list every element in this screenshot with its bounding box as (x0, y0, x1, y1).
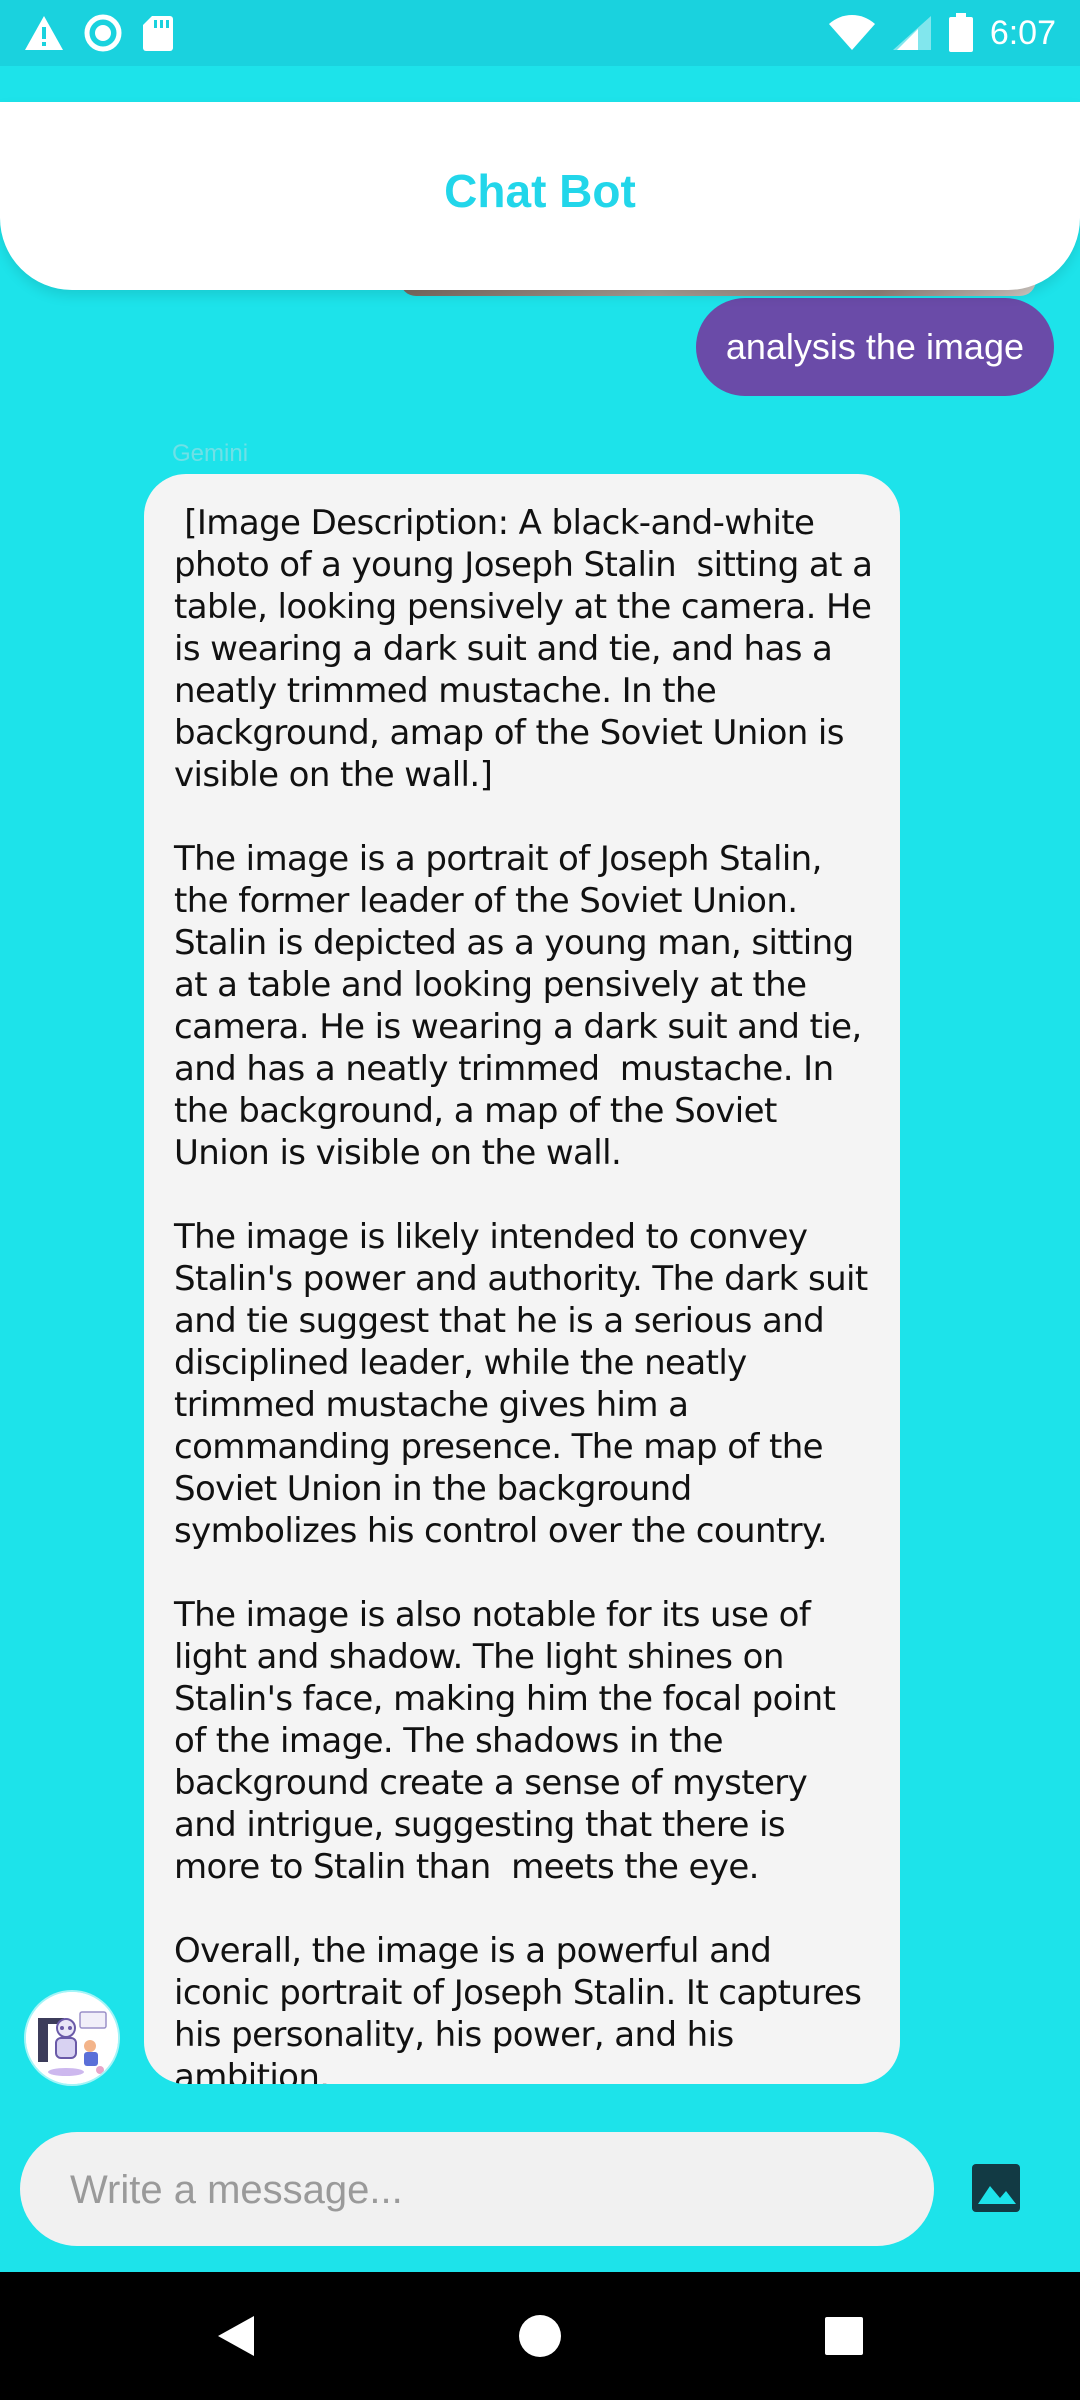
image-icon (972, 2164, 1020, 2212)
status-right-icons: 6:07 (828, 10, 1056, 56)
nav-recents-button[interactable] (812, 2304, 876, 2368)
system-nav-bar (0, 2272, 1080, 2400)
signal-icon (892, 16, 931, 50)
recents-icon (825, 2317, 863, 2355)
message-input[interactable] (68, 2132, 912, 2248)
back-icon (218, 2316, 254, 2356)
wifi-icon (828, 15, 875, 50)
sd-card-icon (143, 16, 173, 51)
bot-message-bubble: [Image Description: A black-and-white ph… (144, 474, 900, 2084)
sender-name: Gemini (172, 440, 249, 467)
message-composer (20, 2132, 934, 2248)
nav-back-button[interactable] (204, 2304, 268, 2368)
circle-icon (84, 14, 122, 52)
warning-icon (25, 16, 63, 50)
status-left-icons (24, 10, 174, 56)
attach-image-button[interactable] (970, 2162, 1022, 2214)
user-message-bubble: analysis the image (695, 298, 1054, 396)
status-bar: 6:07 (0, 0, 1080, 66)
home-icon (519, 2315, 561, 2357)
app-header: Chat Bot (0, 102, 1080, 290)
battery-icon (948, 13, 973, 52)
robot-avatar-icon (26, 1992, 118, 2084)
nav-home-button[interactable] (508, 2304, 572, 2368)
bot-avatar (26, 1992, 118, 2084)
status-time: 6:07 (989, 13, 1056, 52)
page-title: Chat Bot (444, 165, 636, 217)
